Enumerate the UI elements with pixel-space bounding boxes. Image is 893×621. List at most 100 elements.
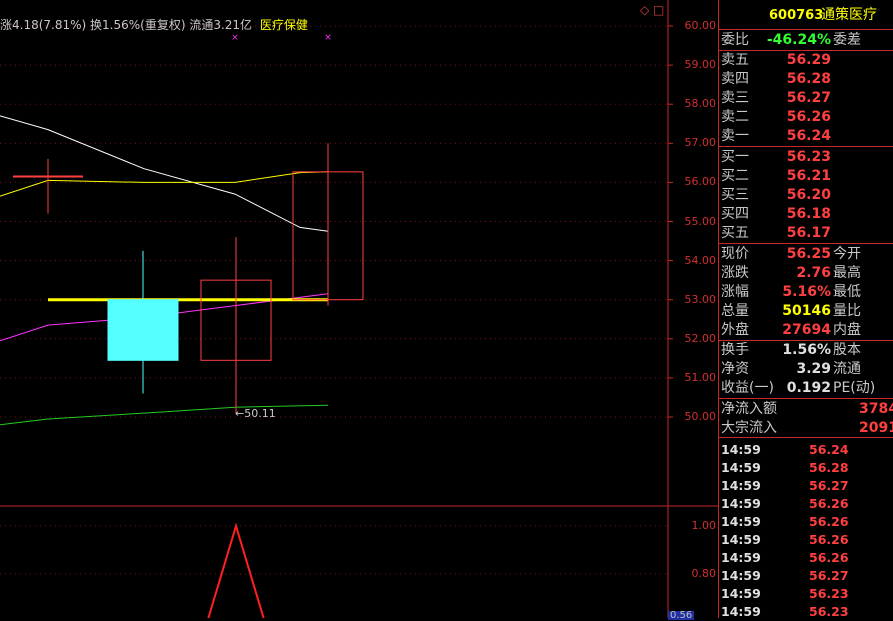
kline-chart-area[interactable]: × × 涨4.18(7.81%) 换1.56%(重复权) 流通3.21亿 医疗保健… [0, 0, 718, 621]
row-label: 买三 [721, 187, 749, 203]
buy-level: 买五 56.17 [719, 224, 893, 243]
tick-price: 56.27 [809, 568, 849, 583]
ma-line [0, 404, 329, 426]
tick-time: 14:59 [721, 532, 761, 547]
indicator-line [207, 522, 265, 618]
tick-time: 14:59 [721, 496, 761, 511]
row-label-2: 流通 [833, 361, 861, 377]
stock-header: 600763 通策医疗 [719, 6, 893, 28]
price-tick-label: 57.00 [684, 136, 717, 150]
tick-time: 14:59 [721, 460, 761, 475]
kline-chart-svg[interactable]: × × [0, 0, 718, 618]
tick-row: 14:59 56.26 [719, 549, 893, 567]
price-tick-label: 60.00 [684, 19, 717, 32]
row-label-2: 股本 [833, 342, 861, 358]
price-tick-label: 52.00 [684, 331, 717, 345]
fund-flow-row: 大宗流入 2091 [719, 419, 893, 438]
flow-label: 大宗流入 [721, 420, 777, 436]
price-tick-label: 53.00 [684, 292, 717, 306]
row-label: 买五 [721, 225, 749, 241]
row-label-2: PE(动) [833, 380, 876, 396]
row-label: 涨幅 [721, 284, 749, 300]
tick-price: 56.24 [809, 442, 849, 457]
tick-price: 56.23 [809, 586, 849, 601]
row-value: 56.20 [786, 187, 831, 203]
row-label-2: 最低 [833, 284, 861, 300]
tick-row: 14:59 56.26 [719, 513, 893, 531]
price-tick-label: 58.00 [684, 97, 717, 111]
diff-label: 委差 [833, 32, 861, 48]
tick-row: 14:59 56.23 [719, 603, 893, 621]
indicator-tick-label: 1.00 [691, 519, 717, 532]
flow-value: 2091 [859, 420, 893, 436]
sell-level: 卖三 56.27 [719, 89, 893, 108]
tick-price: 56.28 [809, 460, 849, 475]
row-value: 0.192 [786, 380, 831, 396]
flow-value: 3784 [859, 401, 893, 417]
row-label: 收益(一) [721, 380, 774, 396]
divider [719, 146, 893, 147]
row-label: 卖五 [721, 52, 749, 68]
row-value: 56.17 [786, 225, 831, 241]
row-value: 56.29 [786, 52, 831, 68]
tick-row: 14:59 56.28 [719, 459, 893, 477]
fundamental-stat-row: 收益(一) 0.192 PE(动) [719, 379, 893, 398]
row-value: 3.29 [796, 361, 831, 377]
chart-info-line: 涨4.18(7.81%) 换1.56%(重复权) 流通3.21亿 医疗保健 [0, 16, 308, 33]
price-tick-label: 51.00 [684, 370, 717, 384]
row-value: 56.24 [786, 128, 831, 144]
tick-row: 14:59 56.26 [719, 495, 893, 513]
fundamental-stat-row: 净资 3.29 流通 [719, 360, 893, 379]
quote-stat-row: 涨跌 2.76 最高 [719, 264, 893, 283]
tick-price: 56.26 [809, 532, 849, 547]
tick-price: 56.27 [809, 478, 849, 493]
quote-stat-row: 总量 50146 量比 [719, 302, 893, 321]
quote-stat-row: 涨幅 5.16% 最低 [719, 283, 893, 302]
ma-line [0, 115, 329, 232]
sell-level: 卖一 56.24 [719, 127, 893, 146]
buy-level: 买二 56.21 [719, 167, 893, 186]
quote-stat-row: 现价 56.25 今开 [719, 245, 893, 264]
tick-time: 14:59 [721, 478, 761, 493]
row-value: 56.21 [786, 168, 831, 184]
row-label-2: 最高 [833, 265, 861, 281]
row-label: 净资 [721, 361, 749, 377]
fund-flow-row: 净流入额 3784 [719, 400, 893, 419]
tick-time: 14:59 [721, 442, 761, 457]
row-label: 涨跌 [721, 265, 749, 281]
signal-marker: × [231, 33, 239, 43]
sell-level: 卖四 56.28 [719, 70, 893, 89]
tick-price: 56.23 [809, 604, 849, 619]
row-value: 50146 [782, 303, 831, 319]
row-label: 买四 [721, 206, 749, 222]
row-label: 买一 [721, 149, 749, 165]
indicator-current-value: 0.56 [668, 610, 695, 621]
signal-marker: × [324, 33, 332, 43]
divider [719, 243, 893, 244]
buy-level: 买一 56.23 [719, 148, 893, 167]
tick-row: 14:59 56.23 [719, 585, 893, 603]
ratio-row: 委比 -46.24% 委差 [719, 31, 893, 50]
sector-label[interactable]: 医疗保健 [260, 18, 308, 32]
row-value: 56.23 [786, 149, 831, 165]
row-label: 卖四 [721, 71, 749, 87]
tick-time: 14:59 [721, 568, 761, 583]
price-tick-label: 50.00 [684, 410, 717, 423]
fundamental-stat-row: 换手 1.56% 股本 [719, 341, 893, 360]
row-label: 外盘 [721, 322, 749, 338]
row-value: 5.16% [782, 284, 831, 300]
row-label: 现价 [721, 246, 749, 262]
row-label: 卖一 [721, 128, 749, 144]
row-value: 56.27 [786, 90, 831, 106]
stat-text: 涨4.18(7.81%) 换1.56%(重复权) 流通3.21亿 [0, 18, 253, 32]
tick-price: 56.26 [809, 496, 849, 511]
tick-time: 14:59 [721, 586, 761, 601]
square-icon[interactable]: □ [653, 3, 664, 17]
row-value: 1.56% [782, 342, 831, 358]
quote-stat-row: 外盘 27694 内盘 [719, 321, 893, 340]
stock-code: 600763 [769, 8, 824, 23]
diamond-icon[interactable]: ◇ [640, 3, 649, 17]
row-label: 卖二 [721, 109, 749, 125]
row-label-2: 内盘 [833, 322, 861, 338]
row-label: 买二 [721, 168, 749, 184]
